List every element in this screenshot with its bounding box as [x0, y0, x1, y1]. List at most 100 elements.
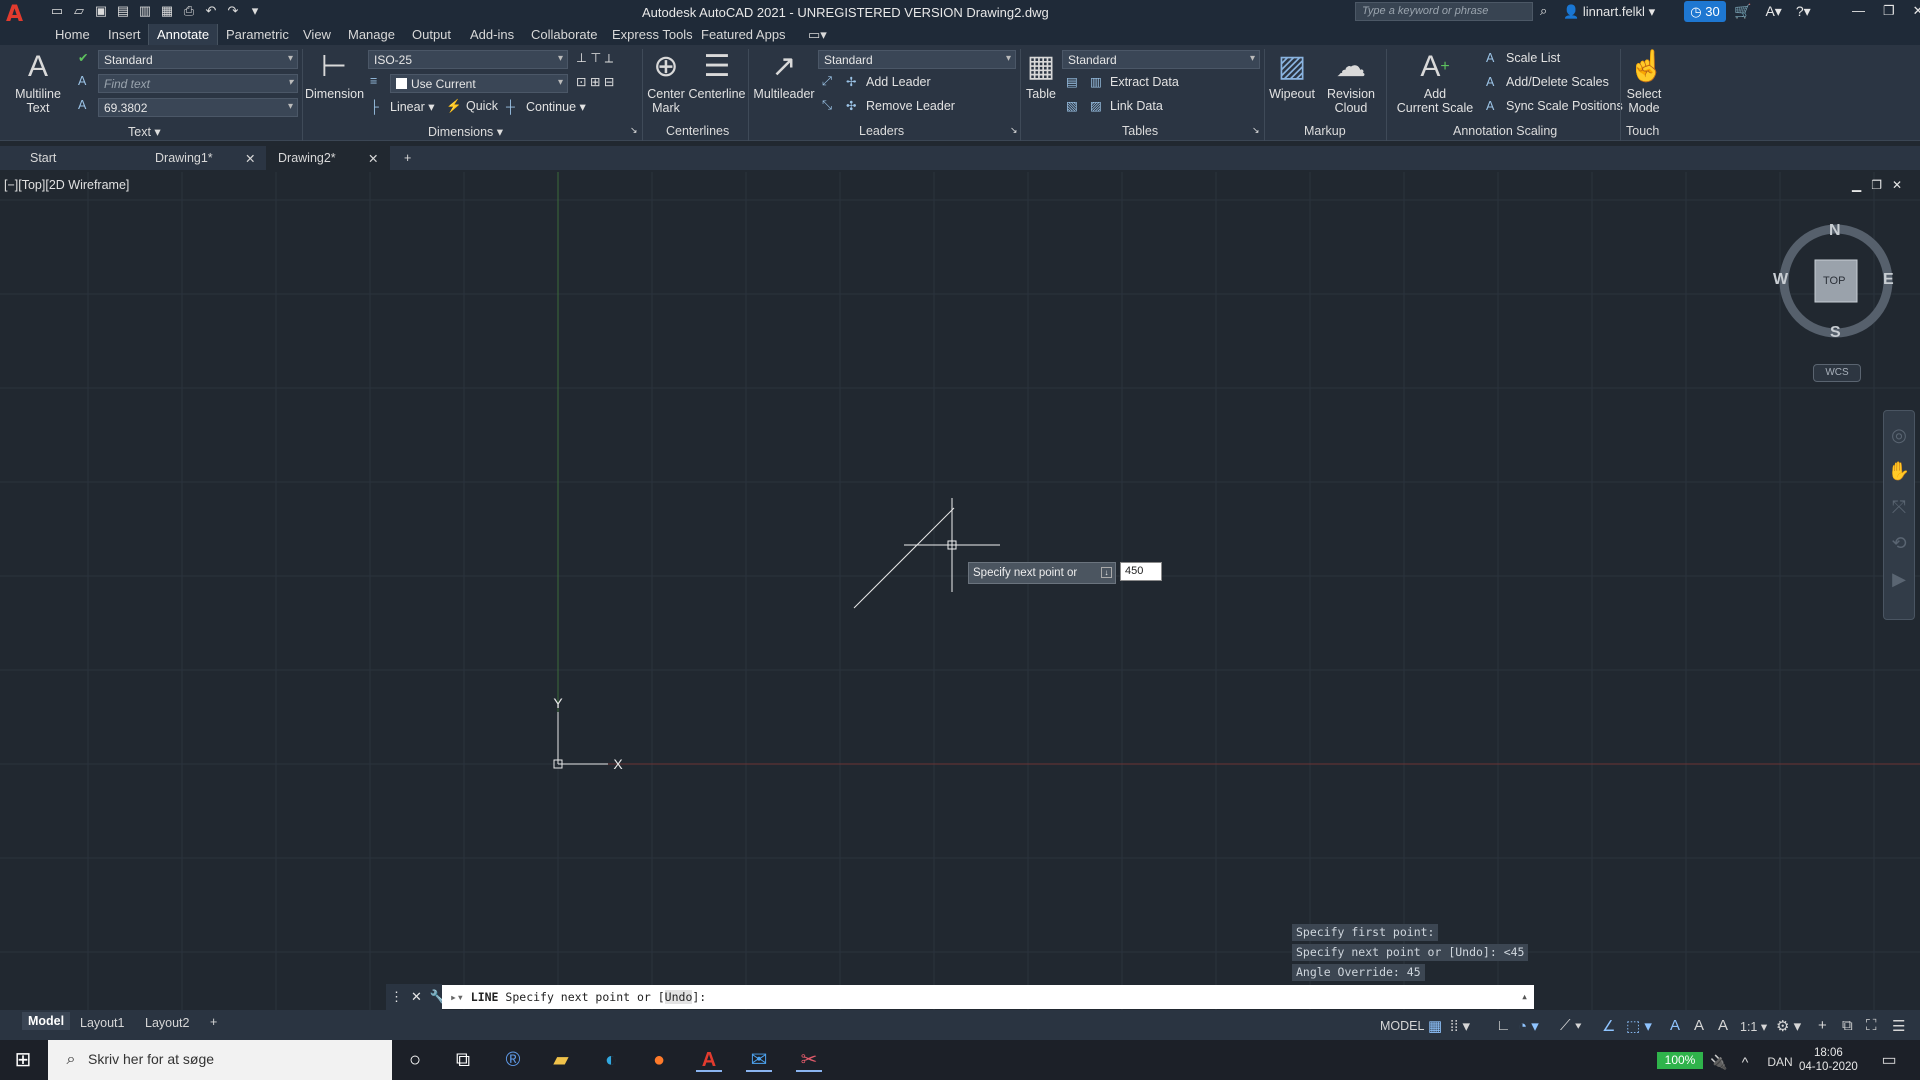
scale-list-button[interactable]: A Scale List [1486, 51, 1560, 65]
viewcube-top[interactable]: TOP [1823, 275, 1845, 287]
tab-output[interactable]: Output [412, 27, 451, 42]
windows-start-icon[interactable]: ⊞ [10, 1048, 36, 1072]
find-text-input[interactable]: Find text [98, 74, 298, 93]
table-button[interactable]: ▦ Table [1024, 51, 1058, 102]
doc-tab-start[interactable]: Start [30, 146, 56, 170]
qat-dropdown-icon[interactable]: ▾ [246, 2, 264, 20]
tab-add-ins[interactable]: Add-ins [470, 27, 514, 42]
text-height-select[interactable]: 69.3802 [98, 98, 298, 117]
snipping-tool-icon[interactable]: ✂ [796, 1048, 822, 1072]
command-input[interactable]: ▸▾ LINE Specify next point or [Undo]: ▴ [442, 985, 1534, 1009]
link-data-button[interactable]: ▨ Link Data [1090, 98, 1163, 113]
pan-icon[interactable]: ✋ [1884, 453, 1914, 489]
multileader-button[interactable]: ↗ Multileader [752, 51, 816, 102]
task-view-icon[interactable]: ⧉ [450, 1048, 476, 1072]
dialog-launcher-icon[interactable]: ↘ [630, 125, 638, 136]
firefox-icon[interactable]: ● [646, 1048, 672, 1072]
dialog-launcher-icon[interactable]: ↘ [1010, 125, 1018, 136]
wcs-menu[interactable]: WCS [1813, 364, 1861, 382]
save-to-web-icon[interactable]: ▦ [158, 2, 176, 20]
annotation-visibility-icon[interactable]: A [1670, 1015, 1680, 1036]
open-from-web-icon[interactable]: ▥ [136, 2, 154, 20]
steering-wheel-icon[interactable]: ◎ [1884, 417, 1914, 453]
save-as-icon[interactable]: ▤ [114, 2, 132, 20]
minimize-icon[interactable]: — [1852, 3, 1865, 19]
infer-constraints-icon[interactable]: ∟ [1496, 1015, 1511, 1036]
mail-icon[interactable]: ✉ [746, 1048, 772, 1072]
autocad-taskbar-icon[interactable]: A [696, 1048, 722, 1072]
battery-indicator[interactable]: 100% [1657, 1052, 1703, 1069]
grip-icon[interactable]: ⋮ [390, 989, 403, 1005]
dynamic-input-field[interactable]: 450 [1120, 562, 1162, 581]
command-recent-icon[interactable]: ▸▾ [450, 990, 471, 1004]
restore-icon[interactable]: ❐ [1883, 3, 1895, 19]
layout-tab-layout1[interactable]: Layout1 [80, 1014, 124, 1032]
compass-east[interactable]: E [1883, 271, 1894, 289]
clean-screen-icon[interactable]: ⛶ [1866, 1015, 1877, 1036]
ribbon-toggle-icon[interactable]: ▭▾ [808, 27, 827, 43]
r-app-icon[interactable]: ® [500, 1048, 526, 1072]
compass-north[interactable]: N [1829, 222, 1841, 240]
tab-home[interactable]: Home [55, 27, 90, 42]
center-mark-button[interactable]: ⊕ Center Mark [644, 51, 688, 116]
taskbar-clock[interactable]: 18:06 04-10-2020 [1799, 1046, 1858, 1074]
viewport-label[interactable]: [−][Top][2D Wireframe] [4, 178, 129, 192]
tab-express-tools[interactable]: Express Tools [612, 27, 693, 42]
auto-scale-icon[interactable]: A [1694, 1015, 1704, 1036]
compass-west[interactable]: W [1773, 271, 1788, 289]
dimension-tools-icons[interactable]: ⊥ ⊤ ⟂ [576, 50, 613, 66]
close-icon[interactable]: ✕ [368, 146, 378, 170]
tab-featured-apps[interactable]: Featured Apps [701, 27, 786, 42]
tab-insert[interactable]: Insert [108, 27, 141, 42]
wipeout-button[interactable]: ▨ Wipeout [1266, 51, 1318, 102]
drawn-line[interactable] [853, 507, 955, 609]
customize-menu-icon[interactable]: ☰ [1892, 1015, 1905, 1037]
taskbar-search[interactable]: Skriv her for at søge [48, 1040, 392, 1080]
add-current-scale-button[interactable]: A+ Add Current Scale [1390, 51, 1480, 116]
select-mode-button[interactable]: ☝ Select Mode [1622, 51, 1666, 116]
new-tab-icon[interactable]: + [404, 146, 411, 170]
workspace-gear-icon[interactable]: ⚙ ▾ [1776, 1015, 1801, 1037]
object-snap-tracking-icon[interactable]: ∠ [1602, 1015, 1615, 1037]
object-snap-icon[interactable]: ⬚ ▾ [1626, 1015, 1652, 1037]
panel-label-text[interactable]: Text ▾ [128, 124, 161, 139]
annotation-monitor-icon[interactable]: + [1818, 1015, 1827, 1036]
drawing-viewport[interactable]: Y X [−][Top][2D Wireframe] ▁ ❐ ✕ N S E W… [0, 172, 1920, 1010]
command-history-toggle-icon[interactable]: ▴ [1521, 989, 1528, 1003]
dim-style-select[interactable]: ISO-25 [368, 50, 568, 69]
dimension-button[interactable]: ⊢ Dimension [305, 51, 364, 102]
help-icon[interactable]: ?▾ [1796, 3, 1811, 20]
cart-icon[interactable]: 🛒 [1734, 3, 1751, 20]
doc-tab-drawing1[interactable]: Drawing1* [155, 146, 213, 170]
tab-view[interactable]: View [303, 27, 331, 42]
tab-annotate[interactable]: Annotate [148, 24, 219, 45]
centerline-button[interactable]: ☰ Centerline [688, 51, 746, 102]
close-icon[interactable]: ✕ [1892, 178, 1902, 192]
restore-icon[interactable]: ❐ [1871, 178, 1882, 192]
add-delete-scales-button[interactable]: A Add/Delete Scales [1486, 75, 1609, 89]
isodraft-icon[interactable]: ⟋ ▾ [1560, 1015, 1582, 1036]
panel-label-dimensions[interactable]: Dimensions ▾ [428, 124, 503, 139]
tray-expand-icon[interactable]: ^ [1732, 1050, 1758, 1074]
multiline-text-button[interactable]: A Multiline Text [10, 51, 66, 116]
text-style-select[interactable]: Standard [98, 50, 298, 69]
snap-icon[interactable]: ⁞⁞ ▾ [1450, 1015, 1470, 1037]
autodesk-app-icon[interactable]: A▾ [1765, 3, 1781, 20]
dimension-tools-icons-2[interactable]: ⊡ ⊞ ⊟ [576, 74, 614, 89]
polar-tracking-icon[interactable]: ◔ ▾ [1518, 1015, 1539, 1037]
plot-icon[interactable]: ⎙ [180, 2, 198, 20]
file-explorer-icon[interactable]: ▰ [548, 1048, 574, 1072]
dim-layer-select[interactable]: Use Current [390, 74, 568, 93]
minimize-icon[interactable]: ▁ [1852, 178, 1861, 192]
linear-dimension-button[interactable]: ├ Linear ▾ [370, 99, 435, 114]
leader-align-icon[interactable]: ⤡ [822, 98, 842, 113]
zoom-extents-icon[interactable]: ⤧ [1884, 489, 1914, 525]
orbit-icon[interactable]: ⟲ [1884, 525, 1914, 561]
extract-data-button[interactable]: ▥ Extract Data [1090, 74, 1179, 89]
undo-icon[interactable]: ↶ [202, 2, 220, 20]
search-input[interactable]: Type a keyword or phrase [1355, 2, 1533, 21]
subscription-badge[interactable]: ◷ 30 [1684, 1, 1726, 22]
add-leader-button[interactable]: ✢ Add Leader [846, 74, 931, 89]
annotation-scale-select[interactable]: 1:1 ▾ [1740, 1017, 1767, 1036]
notifications-icon[interactable]: ▭ [1876, 1049, 1902, 1073]
